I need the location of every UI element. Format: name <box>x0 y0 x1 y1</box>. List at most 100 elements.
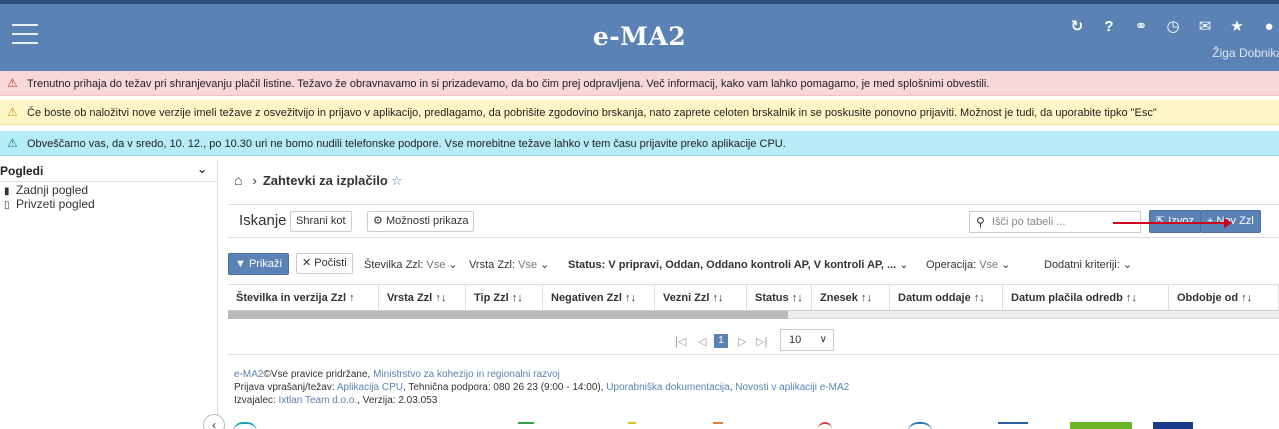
ministry-link[interactable]: Ministrstvo za kohezijo in regionalni ra… <box>373 369 560 380</box>
chevron-down-icon[interactable]: ⌄ <box>197 162 207 176</box>
sort-icon: ↑↓ <box>712 292 724 304</box>
sort-icon: ↑↓ <box>1125 292 1137 304</box>
sort-icon: ↑↓ <box>1241 292 1253 304</box>
filter-extra-label: Dodatni kriteriji: <box>1044 259 1120 271</box>
column-header[interactable]: Obdobje od ↑↓ <box>1169 285 1279 311</box>
filter-operation-value: Vse <box>979 259 999 271</box>
user-name[interactable]: Žiga Dobnikar <box>1212 46 1279 60</box>
chevron-down-icon: ⌄ <box>1122 259 1133 271</box>
search-toolbar: Iskanje Shrani kot ⚙ Možnosti prikaza ⚲ I… <box>228 204 1279 238</box>
current-page[interactable]: 1 <box>714 334 728 348</box>
next-page-icon[interactable]: ▷ <box>738 335 746 348</box>
help-icon[interactable]: ? <box>1093 16 1125 38</box>
column-label: Številka in verzija Zzl <box>236 292 347 304</box>
export-icon: ⇱ <box>1156 215 1166 227</box>
breadcrumb: ⌂ › Zahtevki za izplačilo ☆ <box>234 172 402 189</box>
clear-button[interactable]: ✕ Počisti <box>296 253 353 274</box>
sort-asc-icon: ↑ <box>349 292 355 304</box>
column-header[interactable]: Status ↑↓ <box>747 285 812 311</box>
sort-icon: ↑↓ <box>860 292 872 304</box>
column-header[interactable]: Številka in verzija Zzl ↑ <box>228 285 379 311</box>
refresh-icon[interactable]: ↻ <box>1061 16 1093 38</box>
logo <box>518 422 534 429</box>
logo <box>233 422 257 429</box>
new-zzl-label: Nov Zzl <box>1216 215 1254 227</box>
save-as-button[interactable]: Shrani kot <box>290 211 352 232</box>
prev-page-icon[interactable]: ◁ <box>698 335 706 348</box>
column-header[interactable]: Tip Zzl ↑↓ <box>466 285 543 311</box>
sidebar-header[interactable]: Pogledi ⌄ <box>0 160 217 182</box>
sidebar-title: Pogledi <box>0 164 44 178</box>
filter-number[interactable]: Številka Zzl: Vse ⌄ <box>364 258 458 271</box>
footer-line-2: Prijava vprašanj/težav: Aplikacija CPU, … <box>234 382 850 393</box>
clock-icon[interactable]: ◷ <box>1157 16 1189 38</box>
footer-line-3: Izvajalec: Ixtlan Team d.o.o., Verzija: … <box>234 394 849 407</box>
filter-extra[interactable]: Dodatni kriteriji: ⌄ <box>1044 258 1132 271</box>
docs-link[interactable]: Uporabniška dokumentacija <box>606 382 729 393</box>
footer: e-MA2©Vse pravice pridržane, Ministrstvo… <box>234 368 849 407</box>
sort-icon: ↑↓ <box>791 292 803 304</box>
column-header[interactable]: Vezni Zzl ↑↓ <box>655 285 747 311</box>
column-label: Obdobje od <box>1177 292 1239 304</box>
favorite-star-icon[interactable]: ☆ <box>391 173 403 188</box>
contractor-prefix: Izvajalec: <box>234 395 276 406</box>
cpu-link[interactable]: Aplikacija CPU <box>337 382 403 393</box>
filter-operation-label: Operacija: <box>926 259 977 271</box>
close-icon: ✕ <box>302 257 312 269</box>
clear-label: Počisti <box>314 257 347 269</box>
page-size-select[interactable]: 10 ∨ <box>780 329 834 351</box>
logo <box>713 422 723 429</box>
rights-text: Vse pravice pridržane, <box>270 369 371 380</box>
cogs-icon: ⚙ <box>373 215 383 227</box>
user-icon[interactable]: ● <box>1253 16 1279 38</box>
filter-icon: ▼ <box>235 258 246 270</box>
sidebar-item-label: Privzeti pogled <box>16 197 95 211</box>
filter-operation[interactable]: Operacija: Vse ⌄ <box>926 258 1010 271</box>
column-header[interactable]: Vrsta Zzl ↑↓ <box>379 285 466 311</box>
news-link[interactable]: Novosti v aplikaciji e-MA2 <box>735 382 849 393</box>
chevron-down-icon: ∨ <box>819 334 827 345</box>
contractor-link[interactable]: Ixtlan Team d.o.o. <box>278 395 357 406</box>
sidebar-collapse-button[interactable]: ‹ <box>203 414 225 429</box>
warning-triangle-icon: ⚠ <box>7 76 18 90</box>
search-label: Iskanje <box>239 212 287 229</box>
column-label: Tip Zzl <box>474 292 509 304</box>
column-label: Datum oddaje <box>898 292 971 304</box>
filter-status[interactable]: Status: V pripravi, Oddan, Oddano kontro… <box>568 258 909 271</box>
logo <box>1070 422 1132 429</box>
envelope-icon[interactable]: ✉ <box>1189 16 1221 38</box>
last-page-icon[interactable]: ▷| <box>756 335 767 348</box>
filter-bar: ▼ Prikaži ✕ Počisti Številka Zzl: Vse ⌄ … <box>228 253 1279 277</box>
alert-text: Trenutno prihaja do težav pri shranjevan… <box>27 78 990 90</box>
column-label: Datum plačila odredb <box>1011 292 1123 304</box>
show-button[interactable]: ▼ Prikaži <box>228 253 289 275</box>
footer-line-1: e-MA2©Vse pravice pridržane, Ministrstvo… <box>234 368 849 381</box>
display-options-label: Možnosti prikaza <box>385 215 469 227</box>
star-icon[interactable]: ★ <box>1221 16 1253 38</box>
horizontal-scrollbar[interactable] <box>228 311 1279 319</box>
filter-number-label: Številka Zzl: <box>364 259 424 271</box>
scrollbar-thumb[interactable] <box>228 311 788 319</box>
column-header[interactable]: Negativen Zzl ↑↓ <box>543 285 655 311</box>
alert-danger: ⚠ Trenutno prihaja do težav pri shranjeva… <box>0 71 1279 96</box>
app-link[interactable]: e-MA2 <box>234 369 263 380</box>
display-options-button[interactable]: ⚙ Možnosti prikaza <box>367 211 475 232</box>
sort-icon: ↑↓ <box>624 292 636 304</box>
chevron-down-icon: ⌄ <box>448 259 458 271</box>
copyright-icon: © <box>263 369 271 380</box>
logo <box>628 422 636 429</box>
column-header[interactable]: Datum plačila odredb ↑↓ <box>1003 285 1169 311</box>
column-header[interactable]: Znesek ↑↓ <box>812 285 890 311</box>
sidebar: Pogledi ⌄ ▮ Zadnji pogled ▯ Privzeti pogle… <box>0 160 218 429</box>
sidebar-item-last-view[interactable]: ▮ Zadnji pogled <box>0 182 217 197</box>
export-label: Izvoz <box>1168 215 1194 227</box>
main-content: ⌂ › Zahtevki za izplačilo ☆ Iskanje Shrani … <box>228 160 1279 429</box>
first-page-icon[interactable]: |◁ <box>675 335 686 348</box>
bookmark-outline-icon: ▯ <box>4 200 10 211</box>
link-icon[interactable]: ⚭ <box>1125 16 1157 38</box>
home-icon[interactable]: ⌂ <box>234 172 242 188</box>
sidebar-item-default-view[interactable]: ▯ Privzeti pogled <box>0 196 217 211</box>
filter-type[interactable]: Vrsta Zzl: Vse ⌄ <box>469 258 549 271</box>
column-header[interactable]: Datum oddaje ↑↓ <box>890 285 1003 311</box>
app-header: e-MA2 ↻ ? ⚭ ◷ ✉ ★ ● Žiga Dobnikar <box>0 0 1279 71</box>
